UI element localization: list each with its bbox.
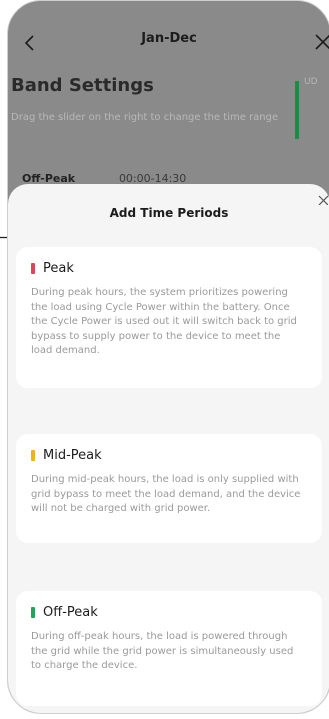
nav-title: Jan-Dec bbox=[141, 31, 197, 46]
off-peak-color-marker bbox=[31, 606, 35, 618]
side-label: UD bbox=[304, 77, 318, 87]
off-peak-description: During off-peak hours, the load is power… bbox=[31, 631, 294, 671]
sheet-title: Add Time Periods bbox=[109, 206, 229, 220]
mid-peak-card: Mid-Peak During mid-peak hours, the load… bbox=[16, 434, 322, 543]
page-title: Band Settings bbox=[11, 75, 154, 96]
off-peak-card: Off-Peak During off-peak hours, the load… bbox=[16, 591, 322, 706]
mid-peak-title: Mid-Peak bbox=[43, 447, 102, 463]
mid-peak-color-marker bbox=[31, 449, 35, 461]
phone-screen: Jan-Dec Band Settings Drag the slider on… bbox=[7, 0, 329, 714]
peak-description: During peak hours, the system prioritize… bbox=[31, 287, 297, 356]
page-description: Drag the slider on the right to change t… bbox=[11, 112, 279, 123]
sheet-close-icon[interactable] bbox=[318, 195, 328, 205]
peak-title: Peak bbox=[43, 260, 74, 276]
close-icon[interactable] bbox=[314, 32, 329, 50]
peak-card: Peak During peak hours, the system prior… bbox=[16, 247, 322, 388]
mid-peak-description: During mid-peak hours, the load is only … bbox=[31, 474, 301, 514]
peak-color-marker bbox=[31, 262, 35, 274]
time-slider-bar[interactable] bbox=[295, 81, 299, 139]
add-time-periods-sheet: Add Time Periods Peak During peak hours,… bbox=[8, 184, 329, 713]
off-peak-title: Off-Peak bbox=[43, 604, 98, 620]
